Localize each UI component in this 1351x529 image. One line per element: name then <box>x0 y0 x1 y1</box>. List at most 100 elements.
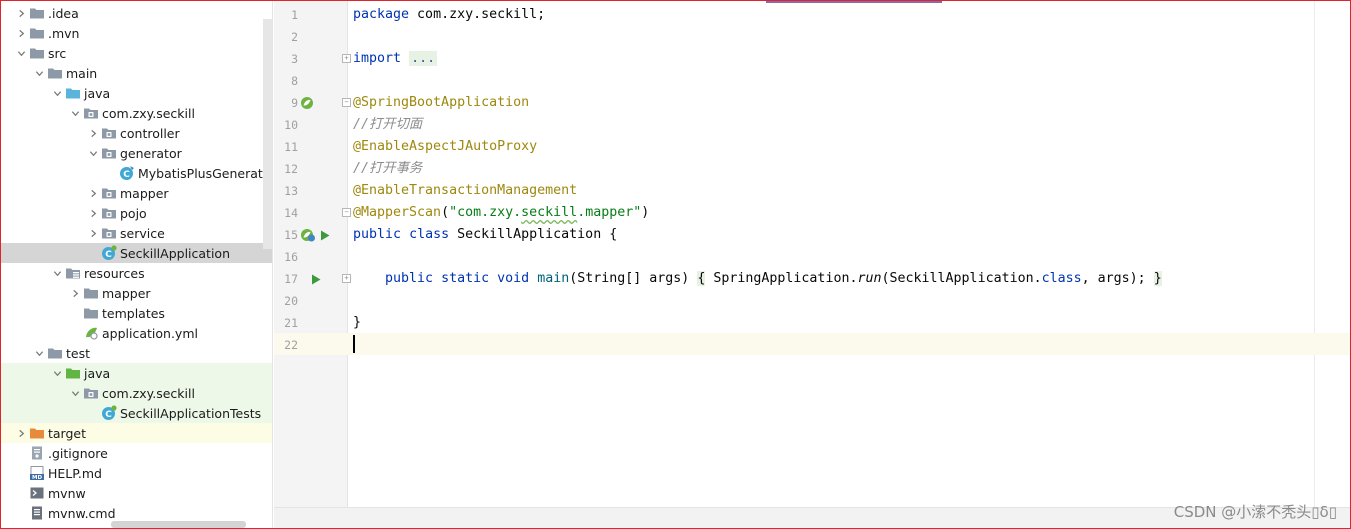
tree-item[interactable]: MD HELP.md <box>1 463 272 483</box>
tree-item[interactable]: mvnw.cmd <box>1 503 272 523</box>
tree-item[interactable]: .idea <box>1 3 272 23</box>
chevron-down-icon[interactable] <box>13 43 29 63</box>
tab-accent-bar <box>766 0 942 3</box>
line-number: 1 <box>291 8 298 22</box>
fold-toggle[interactable]: + <box>342 54 351 63</box>
tree-item[interactable]: .gitignore <box>1 443 272 463</box>
tree-item[interactable]: src <box>1 43 272 63</box>
folder-icon <box>29 5 45 21</box>
tree-item-label: templates <box>102 305 165 321</box>
package-icon <box>101 125 117 141</box>
chevron-down-icon[interactable] <box>67 103 83 123</box>
package-icon <box>101 185 117 201</box>
line-number: 10 <box>284 118 298 132</box>
tree-item[interactable]: C SeckillApplication <box>1 243 272 263</box>
tree-item[interactable]: main <box>1 63 272 83</box>
tree-horizontal-scrollbar[interactable] <box>111 521 246 528</box>
chevron-down-icon[interactable] <box>49 363 65 383</box>
chevron-right-icon[interactable] <box>13 23 29 43</box>
line-number: 20 <box>284 294 298 308</box>
tree-item[interactable]: application.yml <box>1 323 272 343</box>
chevron-down-icon[interactable] <box>31 63 47 83</box>
tree-item[interactable]: java <box>1 83 272 103</box>
shell-file-icon <box>29 485 45 501</box>
tree-item[interactable]: mapper <box>1 183 272 203</box>
folder-icon <box>83 305 99 321</box>
tree-item-label: resources <box>84 265 145 281</box>
tree-item[interactable]: .mvn <box>1 23 272 43</box>
folder-icon <box>47 65 63 81</box>
fold-toggle[interactable]: − <box>342 98 351 107</box>
chevron-right-icon[interactable] <box>85 203 101 223</box>
code-line: //打开事务 <box>353 161 423 176</box>
chevron-down-icon[interactable] <box>31 343 47 363</box>
chevron-down-icon[interactable] <box>67 383 83 403</box>
code-token: .mapper" <box>577 205 642 220</box>
fold-toggle[interactable]: + <box>342 274 351 283</box>
tree-item[interactable]: com.zxy.seckill <box>1 383 272 403</box>
svg-text:MD: MD <box>32 475 42 481</box>
tree-item[interactable]: templates <box>1 303 272 323</box>
tree-item-label: MybatisPlusGenerator <box>138 165 273 181</box>
tree-scrollbar[interactable] <box>263 19 272 249</box>
tree-item-label: com.zxy.seckill <box>102 105 195 121</box>
run-class-icon[interactable] <box>320 224 330 246</box>
tree-item[interactable]: target <box>1 423 272 443</box>
line-number: 11 <box>284 140 298 154</box>
chevron-down-icon[interactable] <box>49 83 65 103</box>
fold-toggle[interactable]: − <box>342 208 351 217</box>
text-caret <box>353 335 355 353</box>
tree-item-label: pojo <box>120 205 147 221</box>
code-token: main <box>537 271 570 286</box>
tree-item[interactable]: pojo <box>1 203 272 223</box>
tree-item[interactable]: C MybatisPlusGenerator <box>1 163 273 183</box>
tree-item[interactable]: service <box>1 223 272 243</box>
tree-item-label: mvnw.cmd <box>48 505 116 521</box>
tree-item[interactable]: C SeckillApplicationTests <box>1 403 272 423</box>
folded-imports[interactable]: ... <box>409 51 438 66</box>
spring-bean-run-icon[interactable] <box>300 224 316 246</box>
gitignore-file-icon <box>29 445 45 461</box>
chevron-right-icon[interactable] <box>67 283 83 303</box>
code-token: seckill <box>521 205 578 220</box>
line-number: 21 <box>284 316 298 330</box>
code-editor[interactable] <box>348 1 1350 507</box>
spring-bean-icon[interactable] <box>300 92 314 114</box>
tree-item[interactable]: mvnw <box>1 483 272 503</box>
tree-item-label: service <box>120 225 165 241</box>
line-number: 14 <box>284 206 298 220</box>
code-token: import <box>353 51 402 66</box>
code-token: , args); <box>1081 271 1154 286</box>
tree-item[interactable]: mapper <box>1 283 272 303</box>
tree-item-label: com.zxy.seckill <box>102 385 195 401</box>
tree-item[interactable]: controller <box>1 123 272 143</box>
chevron-right-icon[interactable] <box>85 183 101 203</box>
tree-item[interactable]: com.zxy.seckill <box>1 103 272 123</box>
tree-item-label: mapper <box>120 185 169 201</box>
svg-text:C: C <box>105 250 112 260</box>
tree-item[interactable]: resources <box>1 263 272 283</box>
chevron-right-icon[interactable] <box>85 123 101 143</box>
current-line-highlight <box>274 333 1350 355</box>
code-token: (SeckillApplication. <box>881 271 1042 286</box>
chevron-right-icon[interactable] <box>13 423 29 443</box>
line-number: 17 <box>284 272 298 286</box>
chevron-down-icon[interactable] <box>49 263 65 283</box>
tree-item-label: controller <box>120 125 180 141</box>
tree-item-label: mapper <box>102 285 151 301</box>
folder-icon <box>83 285 99 301</box>
tree-item[interactable]: java <box>1 363 272 383</box>
code-token: package <box>353 7 410 22</box>
chevron-down-icon[interactable] <box>85 143 101 163</box>
code-token: (String[] args) <box>569 271 690 286</box>
tree-item[interactable]: generator <box>1 143 272 163</box>
chevron-right-icon[interactable] <box>13 3 29 23</box>
java-class-icon: C <box>119 165 135 181</box>
tree-item[interactable]: test <box>1 343 272 363</box>
package-icon <box>101 205 117 221</box>
chevron-right-icon[interactable] <box>85 223 101 243</box>
tree-item-label: .gitignore <box>48 445 108 461</box>
code-line: public class SeckillApplication { <box>353 224 617 246</box>
tree-item-label: target <box>48 425 87 441</box>
run-main-icon[interactable] <box>311 268 321 290</box>
